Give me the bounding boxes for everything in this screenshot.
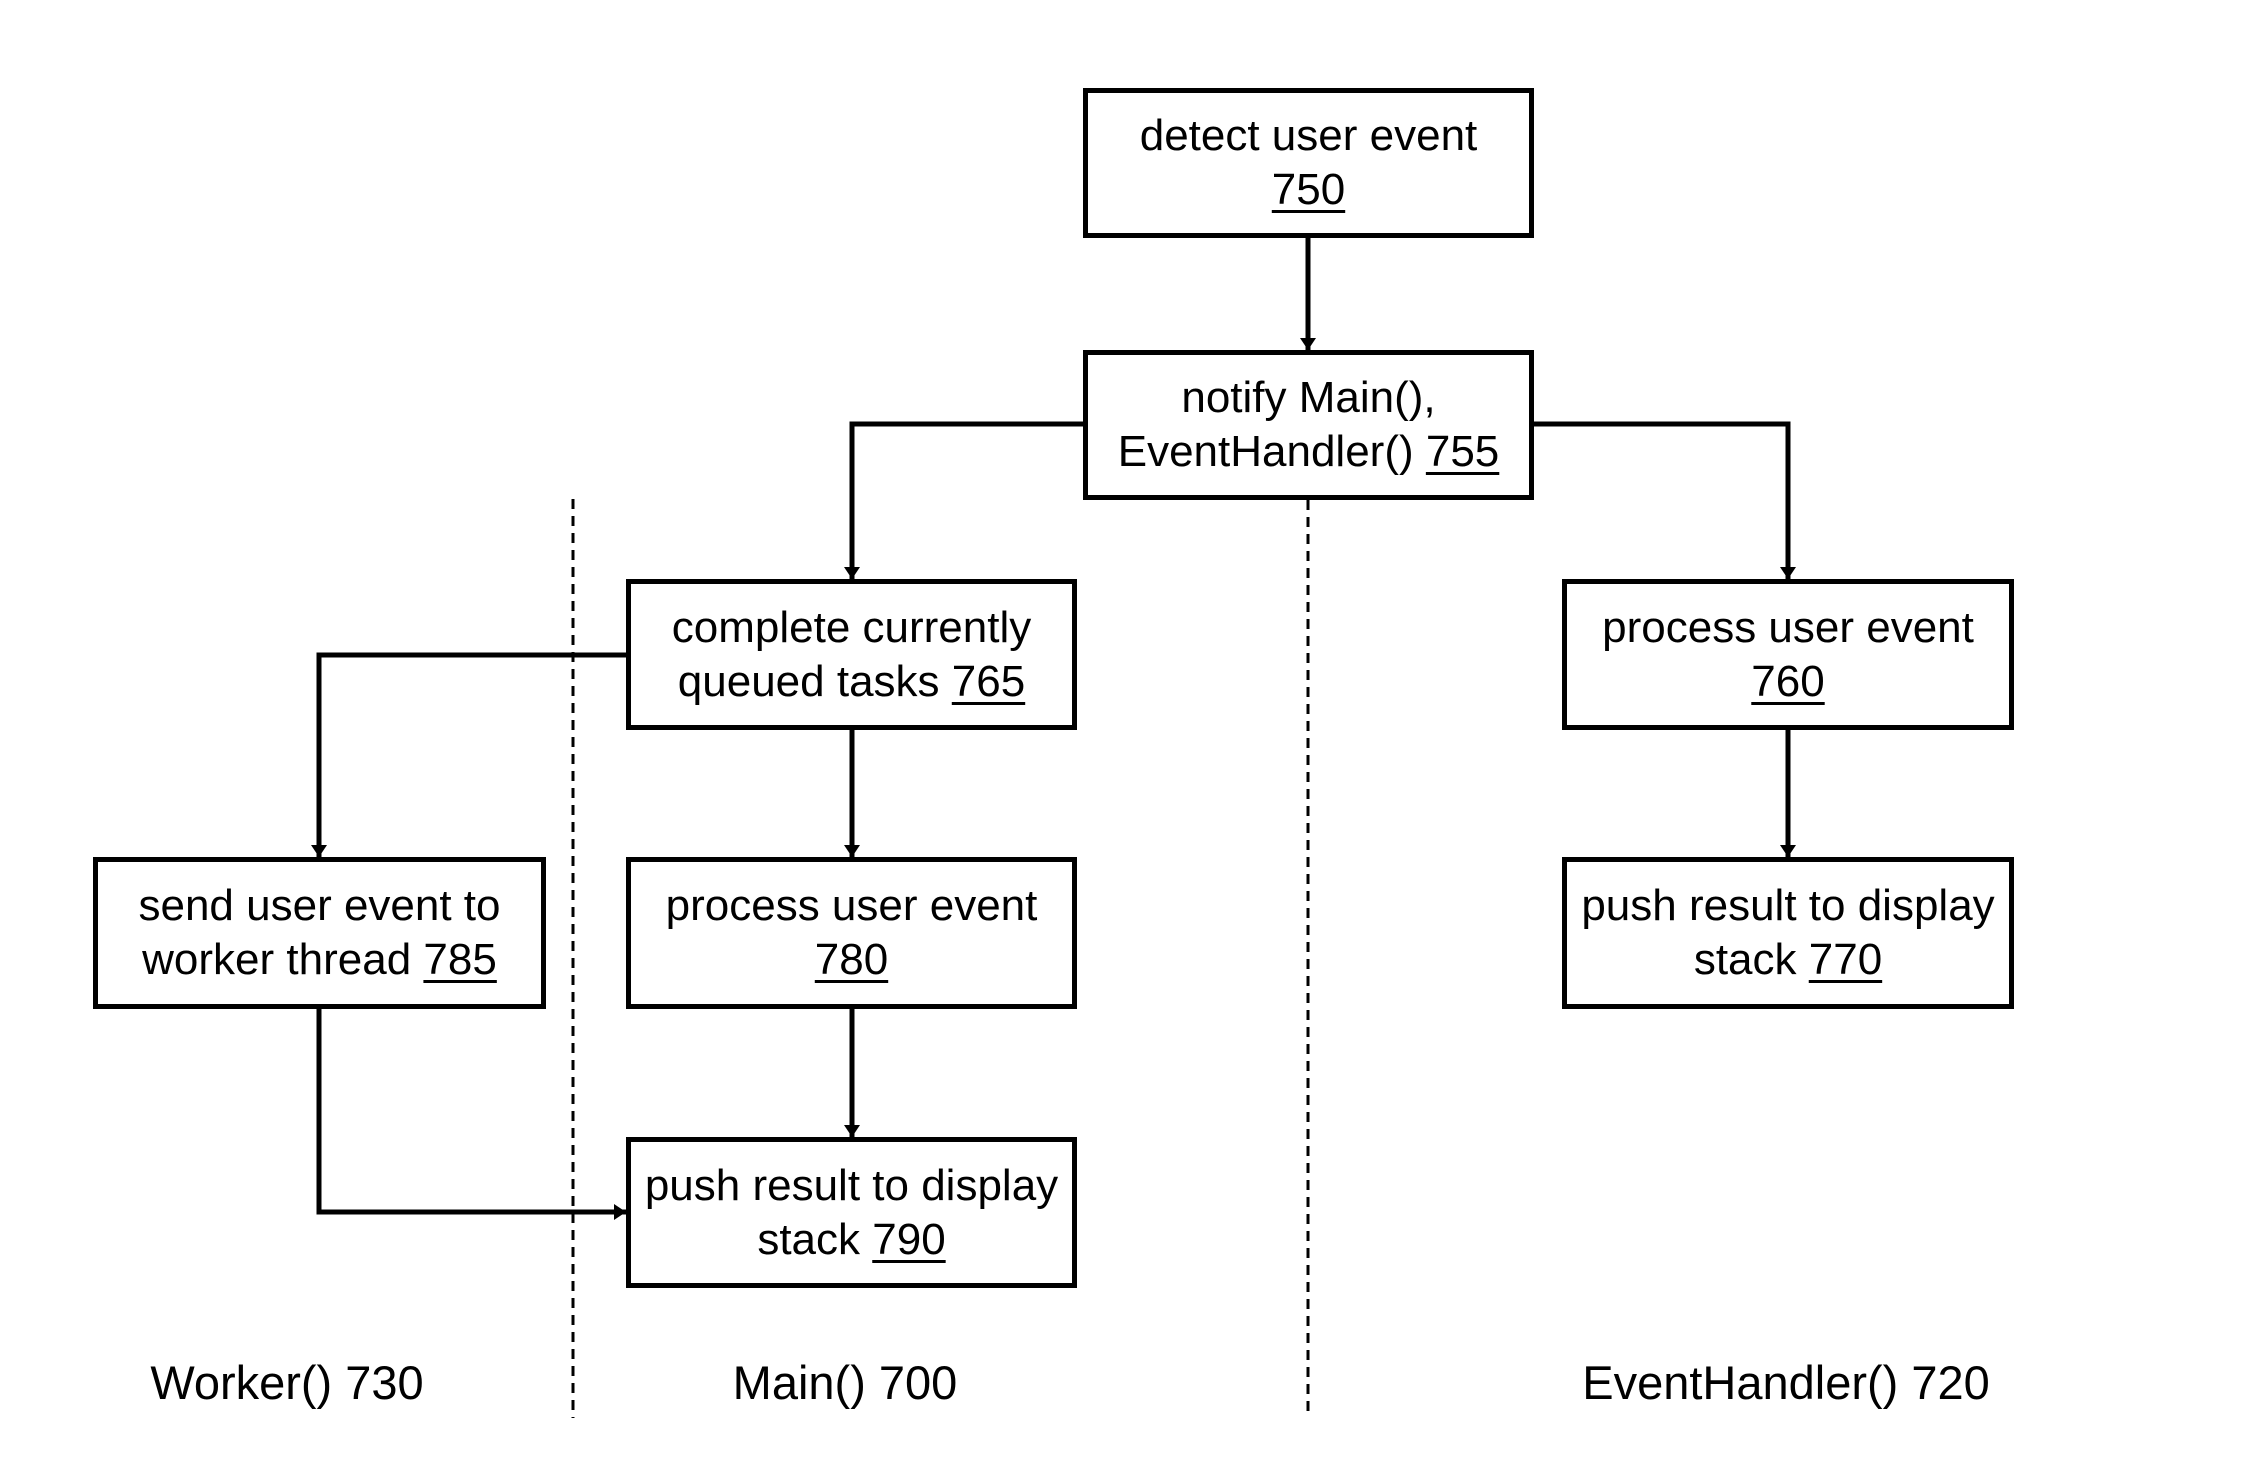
node-text: push result to display stack	[644, 1160, 1059, 1264]
node-ref: 765	[951, 656, 1026, 706]
node-ref: 755	[1425, 427, 1500, 476]
node-text: push result to display stack	[1581, 881, 1995, 984]
node-ref: 790	[872, 1214, 946, 1264]
edge-755-765-arrow	[844, 421, 1083, 579]
edge-785-790-arrow	[316, 1009, 626, 1220]
node-765: complete currently queued tasks 765	[626, 579, 1077, 730]
edge-765-785-arrow	[311, 652, 626, 857]
node-790: push result to display stack 790	[626, 1137, 1077, 1288]
lane-label-worker: Worker() 730	[150, 1356, 424, 1409]
node-ref: 770	[1808, 935, 1883, 984]
node-ref: 760	[1751, 656, 1825, 706]
node-text: process user event	[1602, 602, 1974, 652]
flowchart: detect user event 750 notify Main(), Even…	[0, 0, 2252, 1461]
node-785: send user event to worker thread 785	[93, 857, 546, 1009]
node-780: process user event 780	[626, 857, 1077, 1009]
node-755: notify Main(), EventHandler() 755	[1083, 350, 1534, 500]
node-760: process user event 760	[1562, 579, 2014, 730]
node-text: notify Main(), EventHandler()	[1117, 373, 1436, 476]
node-ref: 780	[814, 935, 889, 984]
node-ref: 750	[1271, 165, 1346, 214]
lane-label-eventhandler: EventHandler() 720	[1582, 1356, 1990, 1409]
lane-label-main: Main() 700	[732, 1356, 958, 1409]
edge-755-760-arrow	[1534, 421, 1796, 579]
node-text: process user event	[665, 881, 1038, 930]
node-ref: 785	[423, 935, 497, 984]
node-text: detect user event	[1139, 111, 1478, 160]
node-750: detect user event 750	[1083, 88, 1534, 238]
node-770: push result to display stack 770	[1562, 857, 2014, 1009]
